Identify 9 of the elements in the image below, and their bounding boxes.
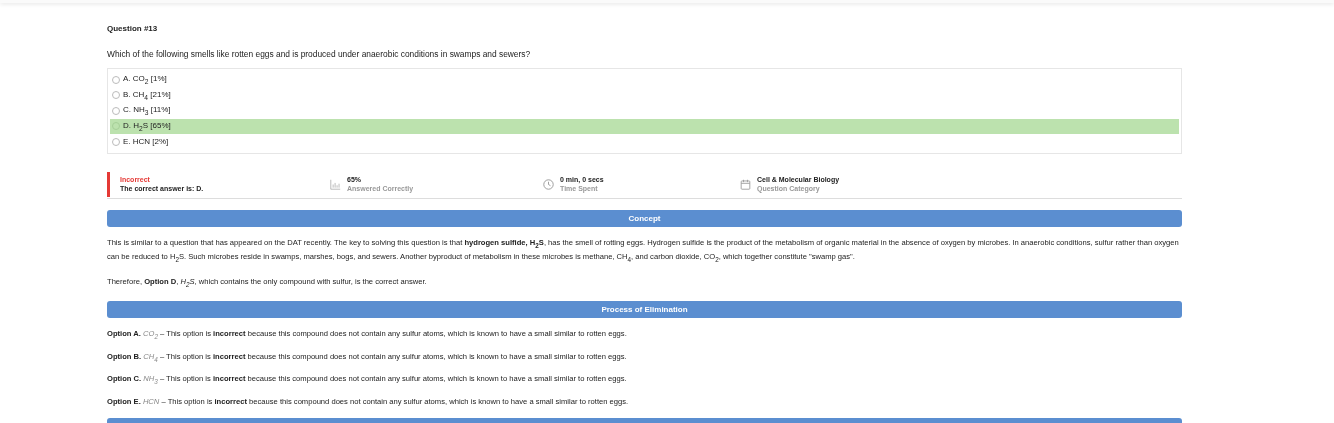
question-number: Question #13 <box>107 24 159 33</box>
answer-option[interactable]: A. CO$_{2}$ [1%] <box>110 72 1179 88</box>
section-header: Process of Elimination <box>107 301 1182 319</box>
answer-option[interactable]: C. NH$_{3}$ [11%] <box>110 103 1179 119</box>
answer-option[interactable]: E. HCN [2%] <box>110 134 1179 150</box>
question-text: Which of the following smells like rotten eggs and is produced under anaerobic conditions in swamps and sewers? <box>107 49 532 59</box>
answer-option[interactable]: D. H$_{2}$S [65%] <box>110 118 1179 134</box>
section-header: Concept <box>107 209 1182 227</box>
answer-option[interactable]: B. CH$_{4}$ [21%] <box>110 87 1179 103</box>
